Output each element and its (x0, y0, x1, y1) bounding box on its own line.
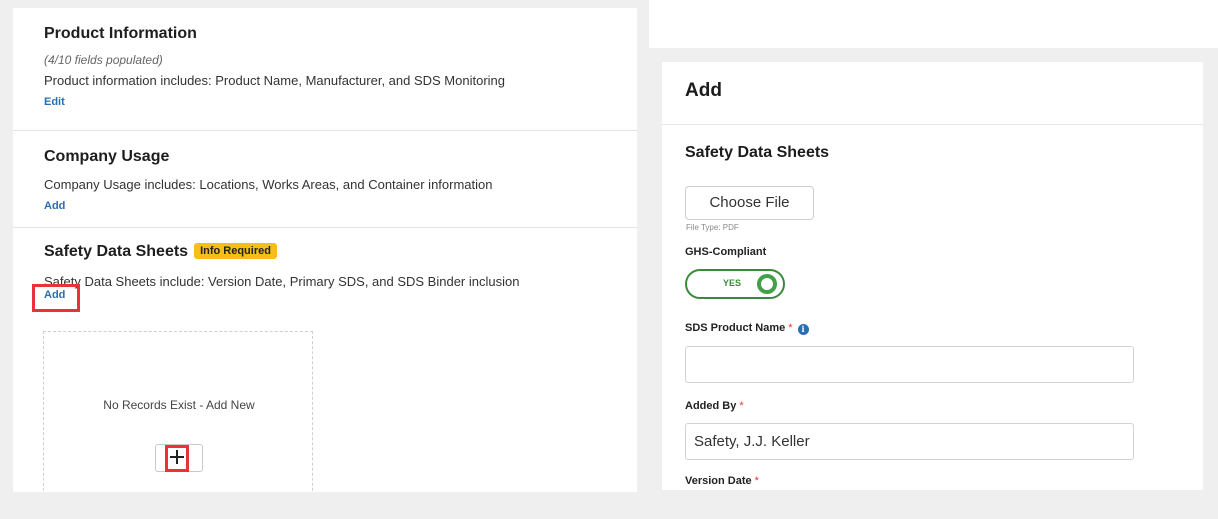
safety-data-sheets-title-text: Safety Data Sheets (44, 243, 189, 260)
added-by-input[interactable] (685, 423, 1134, 460)
info-icon[interactable]: i (797, 324, 809, 335)
safety-data-sheets-description: Safety Data Sheets include: Version Date… (44, 274, 520, 289)
company-usage-title: Company Usage (44, 148, 170, 165)
plus-icon (170, 449, 184, 464)
form-subtitle: Safety Data Sheets (685, 144, 830, 161)
product-details-panel: Product Information (4/10 fields populat… (13, 8, 637, 492)
ghs-compliant-toggle[interactable]: YES (685, 269, 785, 299)
sds-product-name-input[interactable] (685, 346, 1134, 383)
info-required-badge: Info Required (194, 243, 277, 259)
records-empty-box: No Records Exist - Add New (43, 331, 313, 492)
product-information-title: Product Information (44, 25, 197, 42)
no-records-text: No Records Exist - Add New (103, 398, 255, 412)
top-blank-area (649, 0, 1218, 48)
company-usage-add-link[interactable]: Add (44, 200, 65, 212)
form-divider (662, 124, 1203, 125)
file-type-hint: File Type: PDF (686, 223, 739, 232)
sds-product-name-label-text: SDS Product Name (685, 322, 786, 334)
ghs-compliant-label: GHS-Compliant (685, 246, 767, 258)
company-usage-section: Company Usage Company Usage includes: Lo… (13, 131, 637, 228)
form-title: Add (685, 80, 722, 101)
added-by-label: Added By * (685, 400, 744, 412)
product-information-edit-link[interactable]: Edit (44, 96, 65, 108)
required-asterisk: * (739, 400, 744, 412)
product-information-fields-count: (4/10 fields populated) (44, 53, 163, 67)
toggle-knob (757, 274, 777, 294)
added-by-label-text: Added By (685, 400, 737, 412)
company-usage-description: Company Usage includes: Locations, Works… (44, 177, 493, 192)
safety-data-sheets-add-link[interactable]: Add (44, 289, 65, 301)
add-sds-form: Add Safety Data Sheets Choose File File … (662, 62, 1203, 490)
add-new-record-button[interactable] (155, 444, 203, 472)
version-date-label-text: Version Date (685, 475, 752, 487)
version-date-label: Version Date * (685, 475, 759, 487)
choose-file-button[interactable]: Choose File (685, 186, 814, 220)
toggle-yes-label: YES (723, 278, 742, 288)
product-information-description: Product information includes: Product Na… (44, 73, 506, 88)
safety-data-sheets-title: Safety Data Sheets Info Required (44, 243, 277, 261)
sds-product-name-label: SDS Product Name * i (685, 322, 809, 335)
required-asterisk: * (788, 322, 793, 334)
required-asterisk: * (754, 475, 759, 487)
product-information-section: Product Information (4/10 fields populat… (13, 8, 637, 131)
